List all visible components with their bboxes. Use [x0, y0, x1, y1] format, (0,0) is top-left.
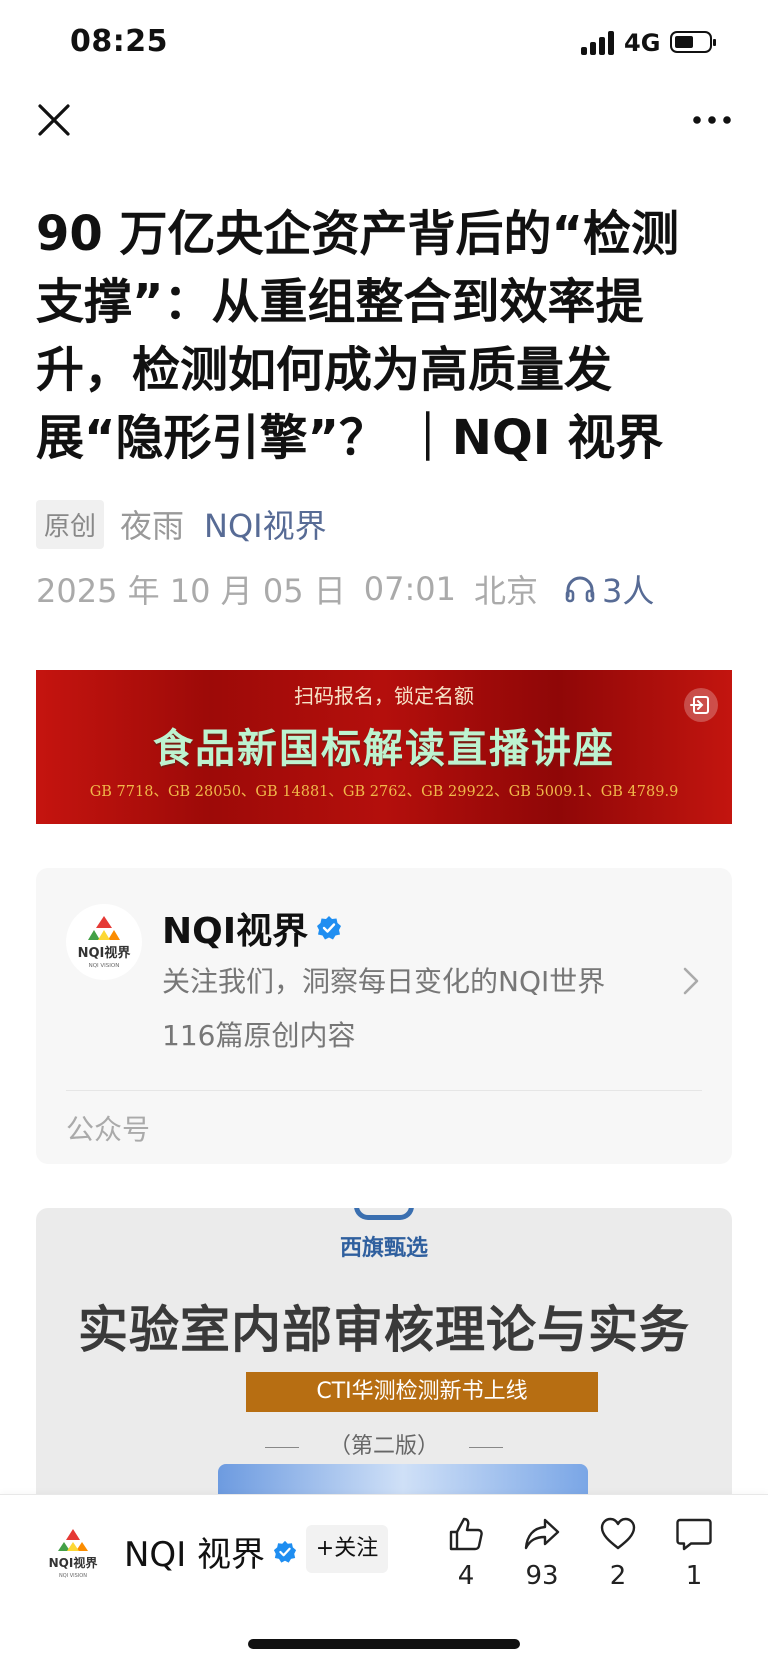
battery-icon — [670, 31, 716, 53]
exit-icon[interactable] — [684, 688, 718, 722]
listener-count: 3人 — [601, 572, 655, 610]
logo-subtext: NQI VISION — [89, 963, 120, 969]
bottom-logo-subtext: NQI VISION — [59, 1573, 87, 1579]
article-title: 90 万亿央企资产背后的“检测支撑”：从重组整合到效率提升，检测如何成为高质量发… — [36, 206, 680, 466]
verified-icon — [317, 916, 342, 940]
banner-bottom-text: GB 7718、GB 28050、GB 14881、GB 2762、GB 299… — [89, 784, 679, 800]
headphones-icon — [565, 576, 595, 603]
bottom-account-name[interactable]: NQI 视界 — [124, 1527, 297, 1576]
original-tag: 原创 — [36, 499, 105, 549]
favorite-button[interactable]: 2 — [588, 1515, 648, 1591]
account-card[interactable]: NQI视界 NQI VISION NQI视界 关注我们，洞察每日变化的NQI世界… — [36, 868, 732, 1164]
publish-time: 07:01 — [363, 570, 456, 608]
share-arrow-icon — [524, 1518, 560, 1550]
like-count: 4 — [457, 1561, 475, 1591]
banner-main-text: 食品新国标解读直播讲座 — [153, 726, 615, 772]
thumbs-up-icon — [449, 1517, 483, 1551]
bottom-account-name-text: NQI 视界 — [124, 1535, 266, 1575]
close-icon[interactable] — [36, 102, 72, 138]
article-meta: 原创 夜雨 NQI视界 — [36, 499, 327, 549]
status-bar: 08:25 4G — [0, 0, 768, 88]
more-icon[interactable] — [692, 112, 732, 128]
favorite-count: 2 — [609, 1561, 627, 1591]
verified-icon — [273, 1540, 297, 1563]
bottom-logo-text: NQI视界 — [49, 1555, 98, 1570]
comment-icon — [676, 1518, 712, 1551]
divider — [66, 1090, 702, 1091]
account-article-count: 116篇原创内容 — [162, 1019, 356, 1052]
promo-banner[interactable]: 扫码报名，锁定名额 食品新国标解读直播讲座 GB 7718、GB 28050、G… — [36, 670, 732, 824]
account-description: 关注我们，洞察每日变化的NQI世界 — [162, 965, 606, 998]
share-button[interactable]: 93 — [512, 1515, 572, 1591]
listen-button[interactable]: 3人 — [564, 566, 654, 612]
account-name-text: NQI视界 — [162, 911, 309, 952]
like-button[interactable]: 4 — [436, 1515, 496, 1591]
ad-title: 实验室内部审核理论与实务 — [78, 1301, 690, 1359]
bottom-account-logo[interactable]: NQI视界 NQI VISION — [40, 1521, 106, 1587]
comment-count: 1 — [685, 1561, 703, 1591]
banner-top-text: 扫码报名，锁定名额 — [294, 684, 474, 708]
logo-text: NQI视界 — [78, 945, 131, 961]
account-type: 公众号 — [66, 1113, 151, 1146]
signal-icon — [581, 31, 615, 55]
status-time: 08:25 — [70, 24, 168, 59]
account-name: NQI视界 — [162, 902, 342, 954]
ad-strip: CTI华测检测新书上线 — [246, 1372, 598, 1412]
bottom-bar: NQI视界 NQI VISION NQI 视界 +关注 4 93 2 1 — [0, 1494, 768, 1663]
account-link[interactable]: NQI视界 — [204, 501, 327, 547]
book-ad-image[interactable]: 西旗甄选 实验室内部审核理论与实务 CTI华测检测新书上线 （第二版） — [36, 1208, 732, 1498]
account-logo: NQI视界 NQI VISION — [66, 904, 142, 980]
publish-date: 2025 年 10 月 05 日 — [36, 572, 346, 610]
author-name: 夜雨 — [120, 507, 185, 545]
ad-edition-text: （第二版） — [328, 1434, 439, 1459]
ad-edition: （第二版） — [36, 1428, 732, 1460]
share-count: 93 — [525, 1561, 559, 1591]
publish-location: 北京 — [473, 572, 538, 610]
book-cover-image — [218, 1464, 588, 1498]
chevron-right-icon — [683, 967, 699, 995]
follow-button[interactable]: +关注 — [306, 1525, 388, 1573]
ad-brand: 西旗甄选 — [339, 1236, 428, 1261]
home-indicator[interactable] — [248, 1639, 520, 1649]
heart-icon — [600, 1517, 636, 1550]
network-label: 4G — [624, 29, 661, 57]
decorative-tab — [354, 1208, 414, 1220]
article-date-line: 2025 年 10 月 05 日 07:01 北京 3人 — [36, 566, 654, 612]
comment-button[interactable]: 1 — [664, 1515, 724, 1591]
